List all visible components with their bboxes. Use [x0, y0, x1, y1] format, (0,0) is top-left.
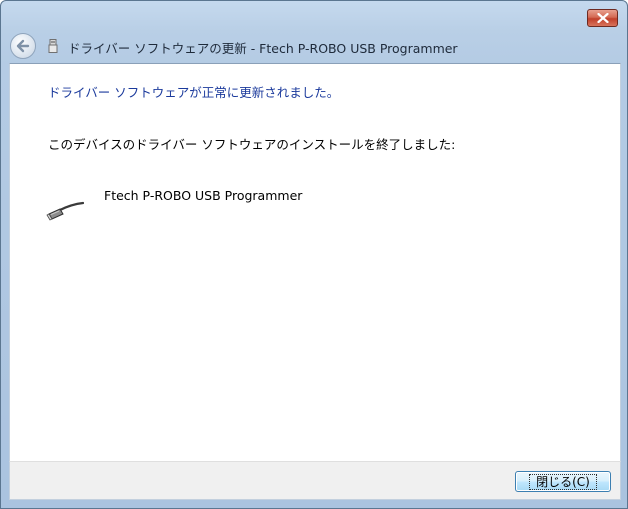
usb-device-icon [48, 39, 58, 53]
back-arrow-icon [16, 39, 30, 53]
close-dialog-button[interactable]: 閉じる(C) [515, 471, 611, 492]
install-complete-text: このデバイスのドライバー ソフトウェアのインストールを終了しました: [48, 137, 456, 152]
content-panel: ドライバー ソフトウェアが正常に更新されました。 このデバイスのドライバー ソフ… [9, 63, 621, 461]
title-row: ドライバー ソフトウェアの更新 - Ftech P-ROBO USB Progr… [1, 31, 627, 63]
button-bar: 閉じる(C) [9, 461, 621, 500]
window-close-button[interactable] [587, 9, 618, 27]
device-item: Ftech P-ROBO USB Programmer [46, 186, 446, 226]
status-heading: ドライバー ソフトウェアが正常に更新されました。 [48, 85, 340, 100]
dialog-window: ドライバー ソフトウェアの更新 - Ftech P-ROBO USB Progr… [0, 0, 628, 509]
back-button[interactable] [10, 33, 36, 59]
close-icon [596, 13, 609, 23]
close-button-label: 閉じる(C) [529, 473, 597, 490]
usb-cable-icon [46, 201, 84, 221]
device-name: Ftech P-ROBO USB Programmer [104, 188, 303, 203]
window-title: ドライバー ソフトウェアの更新 - Ftech P-ROBO USB Progr… [68, 41, 458, 56]
